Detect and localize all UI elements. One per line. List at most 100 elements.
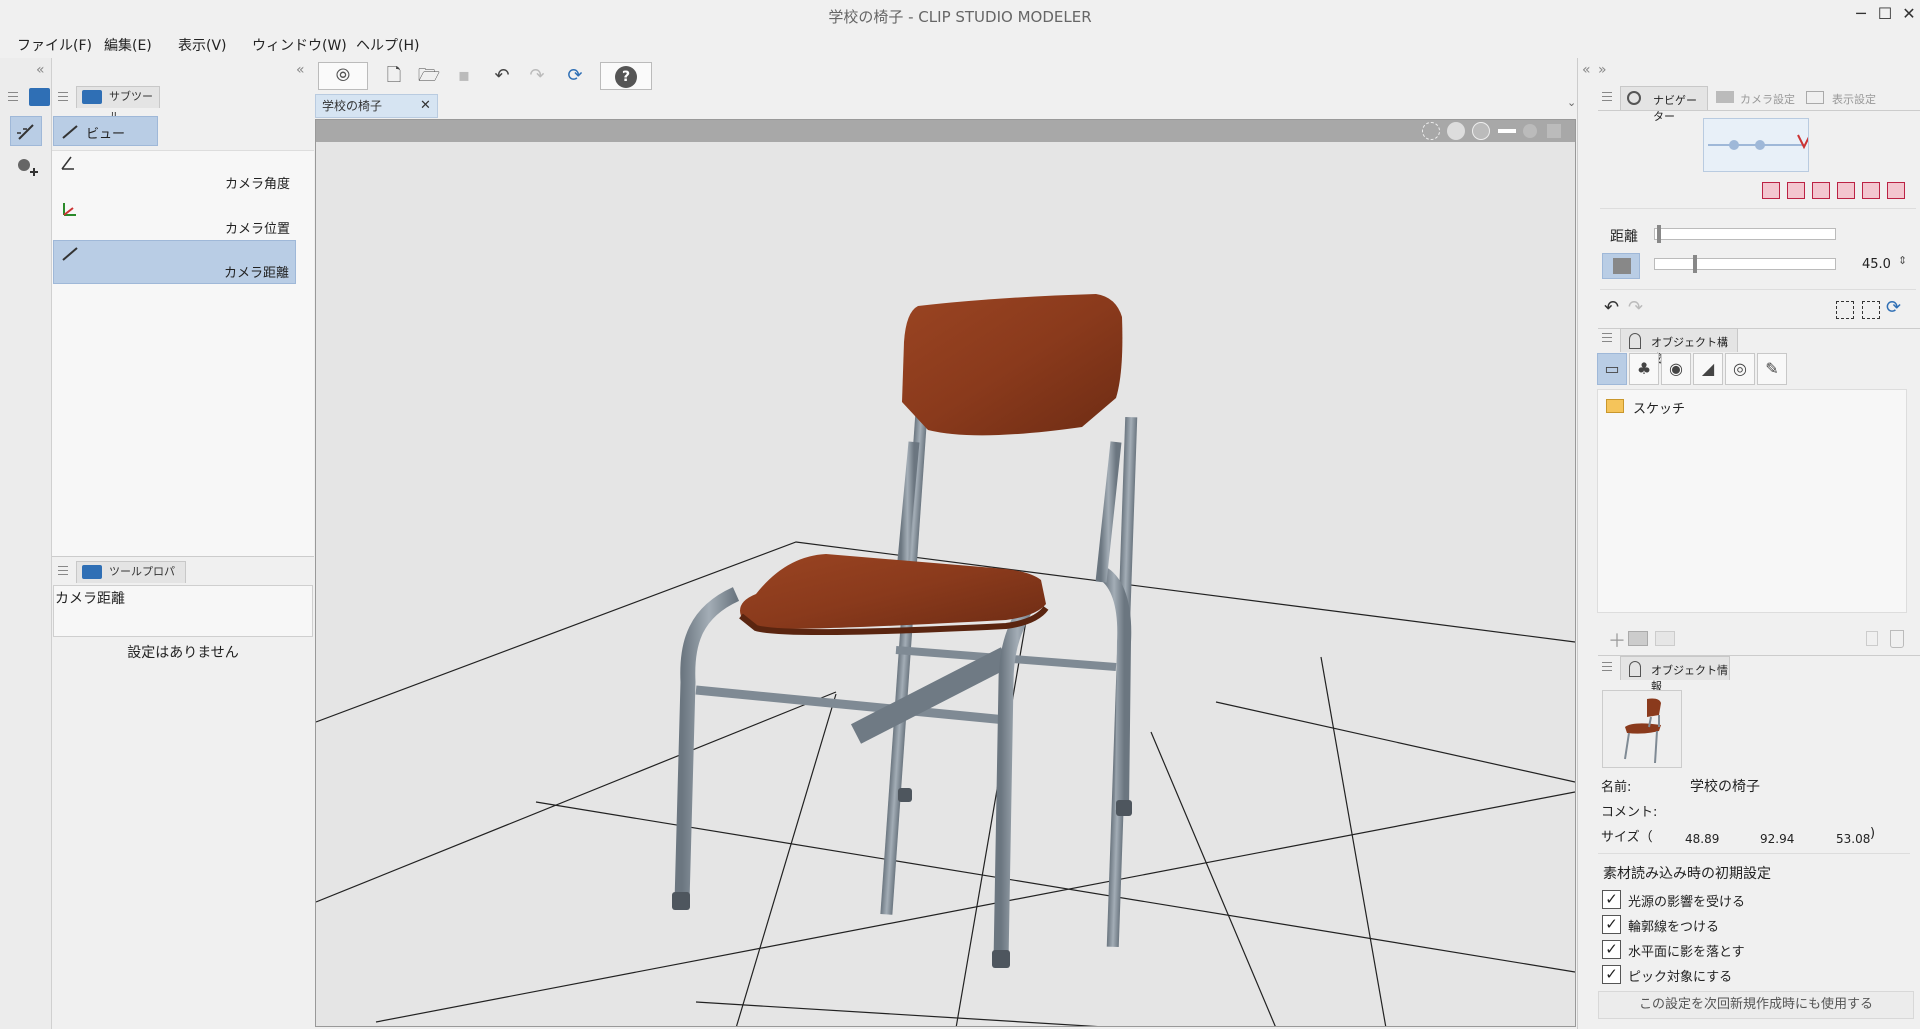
subtool-menu-icon[interactable] — [58, 92, 68, 101]
material-tool-button[interactable]: ◉ — [1661, 353, 1691, 385]
subtool-camera-position[interactable]: カメラ位置 — [53, 195, 296, 239]
slider-handle[interactable] — [1657, 225, 1661, 243]
spin-icon[interactable]: ⇕ — [1898, 254, 1907, 267]
object-info-menu-icon[interactable] — [1602, 662, 1612, 671]
reset-camera-button[interactable]: ⟳ — [560, 62, 590, 90]
toolbox-icon[interactable] — [29, 88, 50, 106]
menu-view[interactable]: 表示(V) — [178, 35, 227, 55]
scene-render — [316, 294, 1575, 1026]
navigator-menu-icon[interactable] — [1602, 92, 1612, 101]
option-checkbox[interactable]: ✓ — [1602, 940, 1621, 959]
display-mode-wire-icon[interactable] — [1447, 122, 1465, 140]
angle-slider[interactable] — [1654, 255, 1836, 273]
expand-right-icon[interactable]: » — [1598, 62, 1607, 78]
name-value[interactable]: 学校の椅子 — [1690, 776, 1760, 796]
apply-settings-button[interactable]: この設定を次回新規作成時にも使用する — [1598, 991, 1914, 1019]
navigator-undo-icon[interactable]: ↶ — [1604, 297, 1619, 318]
background-icon[interactable] — [1547, 124, 1561, 138]
tab-navigator[interactable]: ナビゲーター — [1620, 86, 1708, 123]
view-tool-button[interactable] — [10, 116, 42, 146]
navigator-preview[interactable] — [1703, 118, 1811, 172]
view-back-icon[interactable] — [1787, 182, 1805, 199]
maximize-button[interactable]: ☐ — [1874, 4, 1896, 26]
object-structure-menu-icon[interactable] — [1602, 333, 1612, 342]
reset-view-icon[interactable]: ⟳ — [1886, 297, 1901, 318]
folder-icon — [1606, 399, 1624, 413]
floor-icon[interactable] — [1498, 129, 1516, 133]
display-mode-points-icon[interactable] — [1422, 122, 1440, 140]
menu-icon[interactable] — [8, 92, 18, 101]
paint-tool-button[interactable]: ◢ — [1693, 353, 1723, 385]
view-top-icon[interactable] — [1862, 182, 1880, 199]
option-checkbox[interactable]: ✓ — [1602, 890, 1621, 909]
add-icon[interactable]: ＋ — [1608, 627, 1626, 653]
light-icon[interactable] — [1523, 124, 1537, 138]
minimize-button[interactable]: ─ — [1850, 4, 1872, 26]
redo-button[interactable]: ↷ — [522, 62, 552, 90]
camera-icon: ◎ — [1733, 359, 1747, 378]
open-folder-icon: 🗁 — [417, 65, 441, 86]
subtool-group-view[interactable]: ビュー — [53, 116, 158, 146]
fit-view-icon[interactable] — [1836, 301, 1854, 319]
fit-selection-icon[interactable] — [1862, 301, 1880, 319]
light-tool-button[interactable]: ✎ — [1757, 353, 1787, 385]
menu-edit[interactable]: 編集(E) — [104, 35, 152, 55]
option-checkbox[interactable]: ✓ — [1602, 965, 1621, 984]
tab-dropdown-icon[interactable]: ⌄ — [1567, 96, 1576, 109]
tab-tool-property[interactable]: ツールプロパティ — [76, 561, 186, 598]
3d-viewport[interactable] — [315, 119, 1576, 1027]
sketch-tool-button[interactable]: ▭ — [1597, 353, 1627, 385]
collapse-left-icon[interactable]: « — [36, 62, 45, 78]
close-tab-icon[interactable]: ✕ — [420, 95, 431, 117]
close-button[interactable]: ✕ — [1898, 4, 1920, 26]
camera-icon — [1716, 91, 1734, 103]
tool-property-body — [53, 645, 313, 1025]
collapse-right-icon[interactable]: « — [1582, 62, 1591, 78]
tab-object-info[interactable]: オブジェクト情報 — [1620, 656, 1730, 693]
option-checkbox[interactable]: ✓ — [1602, 915, 1621, 934]
chair-thumbnail-icon — [1624, 698, 1661, 764]
trash-icon[interactable] — [1890, 630, 1904, 648]
save-button[interactable]: ▪ — [449, 62, 479, 90]
menu-window[interactable]: ウィンドウ(W) — [252, 35, 347, 55]
tab-display-settings[interactable]: 表示設定 — [1832, 91, 1876, 107]
person-icon — [1629, 333, 1641, 349]
angle-value[interactable]: 45.0 — [1862, 257, 1891, 272]
tool-property-menu-icon[interactable] — [58, 566, 68, 575]
subtool-camera-distance[interactable]: カメラ距離 — [53, 240, 296, 284]
document-tab[interactable]: 学校の椅子 ✕ — [315, 94, 438, 118]
perspective-button[interactable] — [1602, 253, 1640, 279]
folder-disabled-icon[interactable] — [1655, 631, 1675, 646]
view-right-icon[interactable] — [1837, 182, 1855, 199]
collapse-panel-icon[interactable]: « — [296, 62, 305, 78]
clip-studio-button[interactable]: ⦾ — [318, 62, 368, 90]
tab-object-structure[interactable]: オブジェクト構成 — [1620, 328, 1738, 365]
menu-help[interactable]: ヘルプ(H) — [356, 35, 419, 55]
reset-camera-icon: ⟳ — [567, 65, 583, 86]
sketch-icon: ▭ — [1604, 359, 1620, 378]
undo-button[interactable]: ↶ — [487, 62, 517, 90]
tab-camera-settings[interactable]: カメラ設定 — [1740, 91, 1795, 107]
slider-handle[interactable] — [1693, 255, 1697, 273]
camera-tool-button[interactable]: ◎ — [1725, 353, 1755, 385]
menu-file[interactable]: ファイル(F) — [17, 35, 92, 55]
size-x: 48.89 — [1685, 832, 1720, 846]
navigator-redo-icon[interactable]: ↷ — [1628, 297, 1643, 318]
tree-tool-button[interactable]: ♣ — [1629, 353, 1659, 385]
chair-foot — [672, 892, 690, 910]
view-bottom-icon[interactable] — [1887, 182, 1905, 199]
view-left-icon[interactable] — [1812, 182, 1830, 199]
open-button[interactable]: 🗁 — [414, 62, 444, 90]
new-folder-icon[interactable] — [1628, 631, 1648, 646]
display-mode-shade-icon[interactable] — [1472, 122, 1490, 140]
view-front-icon[interactable] — [1762, 182, 1780, 199]
distance-slider[interactable] — [1654, 225, 1836, 243]
new-button[interactable]: 🗋 — [379, 62, 409, 90]
list-item[interactable]: スケッチ — [1633, 398, 1685, 417]
subtool-camera-angle[interactable]: カメラ角度 — [53, 150, 296, 194]
duplicate-icon[interactable] — [1866, 631, 1878, 646]
tab-subtool[interactable]: サブツール — [76, 86, 160, 123]
object-tool-button[interactable] — [14, 154, 40, 180]
help-button[interactable]: ? — [600, 62, 652, 90]
material-icon: ◉ — [1669, 359, 1683, 378]
